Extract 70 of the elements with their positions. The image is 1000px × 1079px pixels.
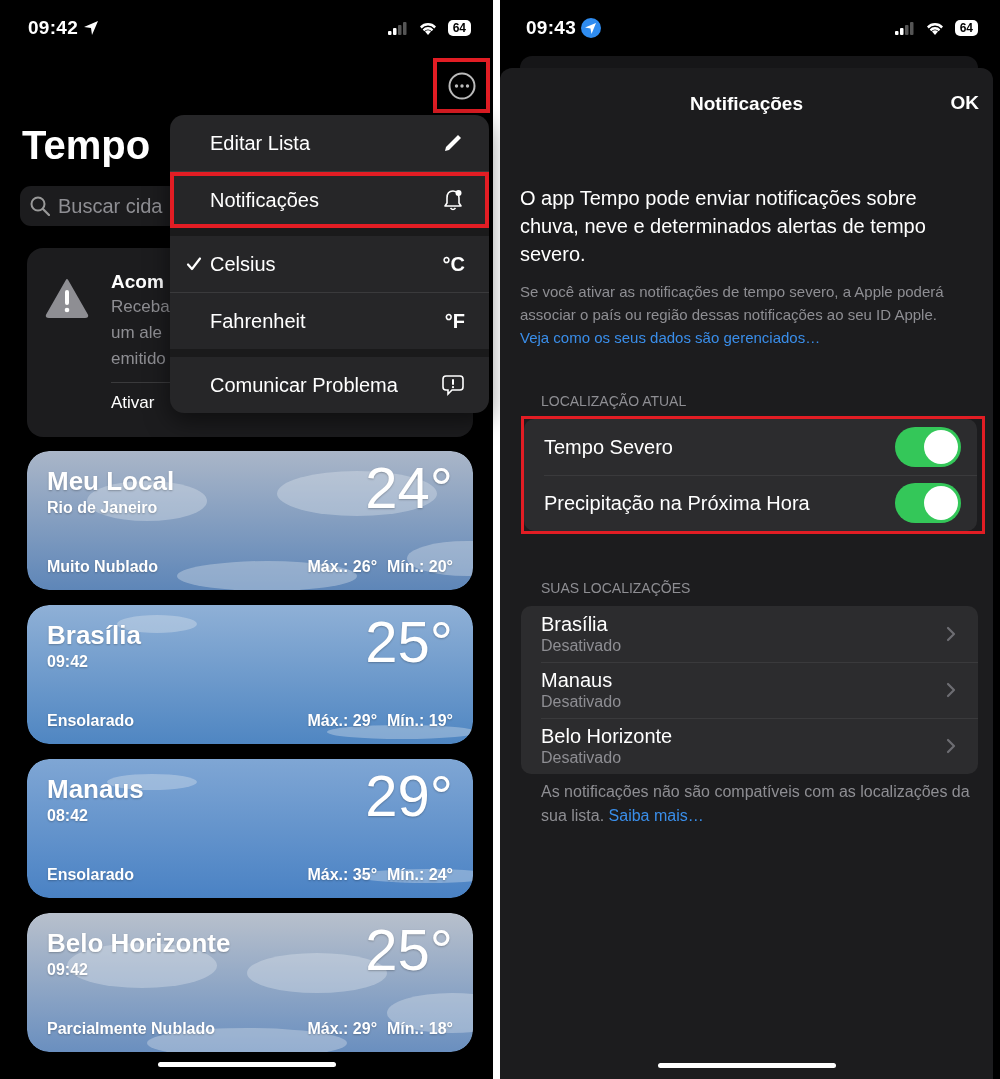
signal-icon [894, 21, 915, 35]
toggle-label: Tempo Severo [544, 435, 673, 459]
location-subtitle: 08:42 [47, 806, 89, 826]
temperature: 25° [365, 919, 453, 981]
location-row[interactable]: Brasília Desativado [521, 606, 978, 662]
weather-condition: Ensolarado [47, 712, 135, 730]
checkmark-icon [186, 256, 202, 272]
toggle-label: Precipitação na Próxima Hora [544, 491, 810, 515]
chevron-icon [946, 682, 956, 698]
low-temperature: Mín.: 19° [387, 712, 453, 730]
warning-icon [45, 278, 89, 318]
location-name: Meu Local [47, 465, 175, 497]
signal-icon [387, 21, 408, 35]
low-temperature: Mín.: 24° [387, 866, 453, 884]
location-name: Belo Horizonte [47, 927, 231, 959]
bell-icon [441, 188, 465, 212]
weather-condition: Muito Nublado [47, 558, 159, 576]
alert-text: Receba [111, 296, 171, 318]
privacy-link[interactable]: Veja como os seus dados são gerenciados… [520, 329, 821, 346]
alert-action-link[interactable]: Ativar [111, 392, 171, 414]
unit-symbol: °C [442, 252, 465, 276]
location-subtitle: 09:42 [47, 960, 89, 980]
weather-condition: Ensolarado [47, 866, 135, 884]
alert-text: emitido [111, 348, 167, 370]
unit-symbol: °F [444, 309, 465, 333]
temperature: 25° [365, 611, 453, 673]
high-temperature: Máx.: 26° [307, 558, 378, 576]
privacy-text: Se você ativar as notificações de tempo severo, a Apple poderá associar o país ou região dessas notificações ao seu ID Apple. Veja como os seus dados são gerenciados… [520, 282, 945, 348]
high-temperature: Máx.: 29° [307, 1020, 378, 1038]
low-temperature: Mín.: 20° [387, 558, 453, 576]
more-icon[interactable] [447, 71, 476, 100]
status-time: 09:43 [526, 17, 577, 39]
location-name: Brasília [47, 619, 141, 651]
alert-title: Acom [111, 270, 165, 294]
section-header: SUAS LOCALIZAÇÕES [541, 579, 692, 598]
menu-item[interactable]: Fahrenheit °F [170, 293, 489, 349]
page-title: Tempo [22, 122, 151, 169]
location-row[interactable]: Belo Horizonte Desativado [521, 718, 978, 774]
high-temperature: Máx.: 35° [307, 866, 378, 884]
high-temperature: Máx.: 29° [307, 712, 378, 730]
chevron-icon [946, 738, 956, 754]
location-name: Manaus [47, 773, 144, 805]
low-temperature: Mín.: 18° [387, 1020, 453, 1038]
section-header: LOCALIZAÇÃO ATUAL [541, 392, 688, 411]
battery-level: 64 [954, 20, 978, 36]
learn-more-link[interactable]: Saiba mais… [608, 807, 704, 824]
location-subtitle: 09:42 [47, 652, 89, 672]
location-row[interactable]: Manaus Desativado [521, 662, 978, 718]
status-time: 09:42 [28, 17, 79, 39]
menu-item[interactable]: Celsius °C [170, 236, 489, 292]
wifi-icon [925, 21, 944, 35]
temperature: 24° [365, 457, 453, 519]
chevron-icon [946, 626, 956, 642]
alert-text: um ale [111, 322, 164, 344]
ok-button[interactable]: OK [950, 92, 979, 114]
toggle-switch[interactable] [895, 427, 961, 467]
sheet-title: Notificações [690, 93, 803, 115]
wifi-icon [418, 21, 437, 35]
menu-item[interactable]: Editar Lista [170, 115, 489, 171]
toggle-switch[interactable] [895, 483, 961, 523]
temperature: 29° [365, 765, 453, 827]
footer-text: As notificações não são compatíveis com as localizações da sua lista. Saiba mais… [541, 782, 971, 826]
battery-level: 64 [447, 20, 471, 36]
menu-item[interactable]: Comunicar Problema [170, 357, 489, 413]
intro-text: O app Tempo pode enviar notificações sobre chuva, neve e determinados alertas de tempo severo. [520, 186, 927, 267]
weather-condition: Parcialmente Nublado [47, 1020, 216, 1038]
menu-item[interactable]: Notificações [170, 172, 489, 228]
search-icon [30, 196, 50, 216]
location-subtitle: Rio de Janeiro [47, 498, 159, 518]
exclamation-bubble-icon [441, 373, 465, 397]
